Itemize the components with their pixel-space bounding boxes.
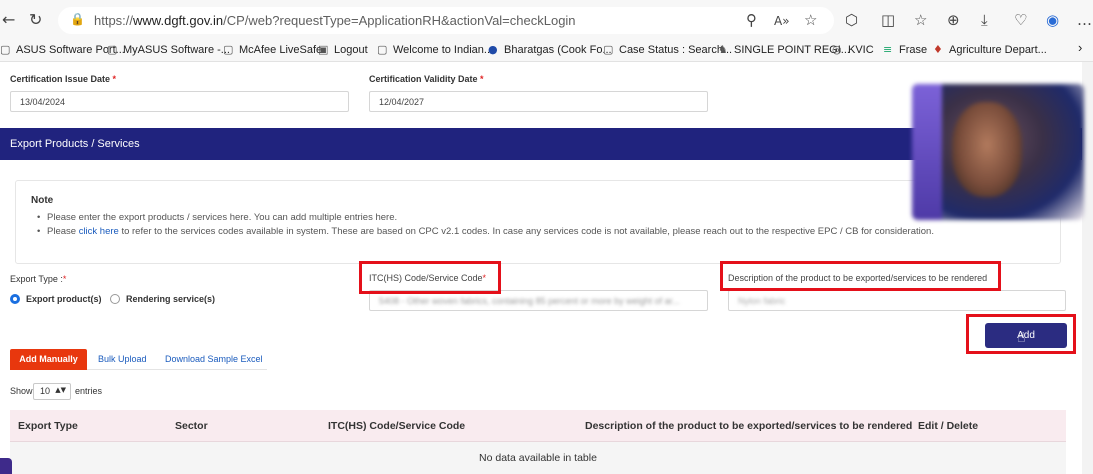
bookmark-item[interactable]: ▢ MyASUS Software -... — [107, 43, 230, 57]
bookmark-item[interactable]: ▢ McAfee LiveSafe — [223, 43, 322, 57]
agriculture-icon: ♦ — [933, 43, 943, 56]
column-header[interactable]: Description of the product to be exporte… — [585, 420, 912, 432]
collections-icon[interactable]: ⊕ — [947, 11, 960, 29]
column-header[interactable]: Export Type — [18, 420, 78, 432]
corner-tab — [0, 458, 12, 474]
export-product-radio[interactable] — [10, 294, 20, 304]
lock-icon[interactable]: 🔒 — [70, 12, 85, 26]
chevron-right-icon[interactable]: › — [1078, 41, 1082, 55]
favorites-list-icon[interactable]: ☆ — [914, 11, 927, 29]
star-icon[interactable]: ☆ — [804, 11, 817, 29]
column-header[interactable]: ITC(HS) Code/Service Code — [328, 420, 465, 432]
export-product-label[interactable]: Export product(s) — [26, 294, 102, 304]
bookmark-item[interactable]: ▢ Welcome to Indian... — [377, 43, 493, 57]
page-icon: ▢ — [107, 43, 118, 56]
sort-arrows-icon: ▲▼ — [55, 386, 66, 394]
download-icon[interactable]: ⤓ — [981, 11, 988, 29]
webcam-person — [952, 102, 1022, 197]
page-icon: ▢ — [603, 43, 614, 56]
kvic-icon: ◎ — [832, 43, 842, 56]
column-header[interactable]: Sector — [175, 420, 208, 432]
table-header: Export Type Sector ITC(HS) Code/Service … — [10, 410, 1066, 442]
bookmarks-bar: ▢ ASUS Software Port... ▢ MyASUS Software … — [0, 40, 1093, 62]
frase-icon: ≡ — [883, 43, 893, 56]
description-input[interactable]: Nylon fabric — [728, 290, 1066, 311]
refresh-icon[interactable]: ↻ — [29, 11, 42, 29]
more-icon[interactable]: … — [1077, 11, 1092, 29]
highlight-box — [359, 261, 501, 294]
note-line: Please enter the export products / servi… — [37, 212, 397, 223]
issue-date-label: Certification Issue Date * — [10, 74, 117, 84]
entries-select[interactable]: 10 ▲▼ — [33, 383, 71, 400]
bookmark-item[interactable]: ▣ Logout — [318, 43, 368, 57]
webcam-background — [912, 84, 942, 220]
heart-icon[interactable]: ♡ — [1014, 11, 1027, 29]
rendering-service-radio[interactable] — [110, 294, 120, 304]
tab-download-sample-excel[interactable]: Download Sample Excel — [165, 349, 263, 370]
show-label: Show — [10, 386, 33, 396]
note-box: Note Please enter the export products / … — [15, 180, 1061, 264]
address-bar[interactable]: 🔒 https://www.dgft.gov.in/CP/web?request… — [58, 7, 834, 34]
entry-mode-tabs: Add Manually Bulk Upload Download Sample… — [10, 349, 267, 370]
validity-date-field[interactable]: 12/04/2027 — [369, 91, 708, 112]
section-title: Export Products / Services — [10, 138, 140, 150]
page-icon: ▢ — [377, 43, 388, 56]
bookmark-item[interactable]: ♞ SINGLE POINT REGI... — [718, 43, 850, 57]
extensions-icon[interactable]: ⬡ — [845, 11, 858, 29]
tab-add-manually[interactable]: Add Manually — [10, 349, 87, 370]
table-row: No data available in table — [10, 442, 1066, 474]
page-icon: ▢ — [223, 43, 234, 56]
validity-date-label: Certification Validity Date * — [369, 74, 484, 84]
logout-icon: ▣ — [318, 43, 329, 56]
hand-cursor-icon: ☝ — [1017, 330, 1026, 346]
webcam-overlay — [912, 84, 1084, 220]
bookmark-item[interactable]: ● Bharatgas (Cook Fo... — [488, 43, 612, 57]
column-header[interactable]: Edit / Delete — [918, 420, 978, 432]
split-screen-icon[interactable]: ◫ — [881, 11, 895, 29]
emblem-icon: ♞ — [718, 43, 728, 56]
empty-table-message: No data available in table — [479, 452, 597, 464]
url-text: https://www.dgft.gov.in/CP/web?requestTy… — [94, 13, 576, 28]
note-title: Note — [31, 195, 54, 206]
issue-date-field[interactable]: 13/04/2024 — [10, 91, 349, 112]
entries-label: entries — [75, 386, 103, 396]
export-type-label: Export Type :* — [10, 274, 67, 284]
copilot-icon[interactable]: ◉ — [1046, 11, 1059, 29]
back-arrow-icon[interactable]: ← — [2, 11, 15, 29]
browser-toolbar: ← ↻ 🔒 https://www.dgft.gov.in/CP/web?req… — [0, 0, 1093, 40]
bharatgas-icon: ● — [488, 43, 498, 56]
read-aloud-icon[interactable]: A» — [774, 12, 790, 30]
click-here-link[interactable]: click here — [79, 226, 119, 237]
bookmark-item[interactable]: ◎ KVIC — [832, 43, 874, 57]
page-icon: ▢ — [0, 43, 11, 56]
zoom-icon[interactable]: ⚲ — [746, 11, 757, 29]
tab-bulk-upload[interactable]: Bulk Upload — [98, 349, 147, 370]
bookmark-item[interactable]: ≡ Frase — [883, 43, 927, 57]
rendering-service-label[interactable]: Rendering service(s) — [126, 294, 215, 304]
bookmark-item[interactable]: ♦ Agriculture Depart... — [933, 43, 1047, 57]
note-line: Please click here to refer to the servic… — [37, 226, 934, 237]
bookmark-item[interactable]: ▢ Case Status : Search... — [603, 43, 732, 57]
highlight-box — [720, 261, 1001, 291]
